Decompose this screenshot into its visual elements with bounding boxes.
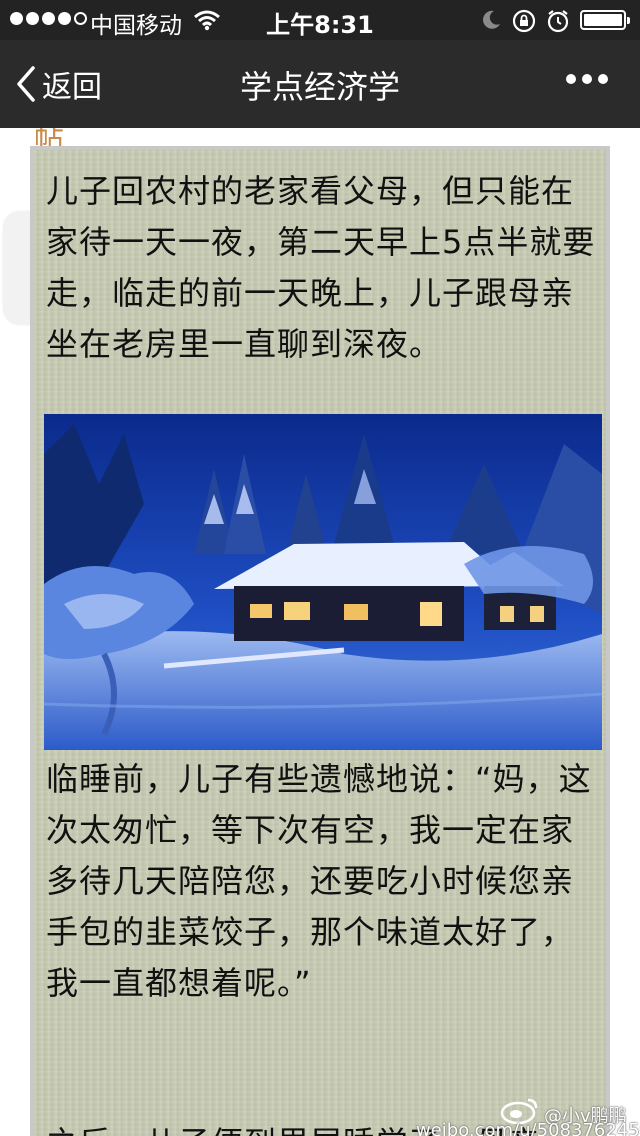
article-paragraph: 儿子回农村的老家看父母，但只能在家待一天一夜，第二天早上5点半就要走，临走的前一…	[46, 172, 596, 363]
status-time: 上午8:31	[266, 11, 374, 39]
rotation-lock-icon	[512, 9, 536, 33]
snowy-cabin-photo	[44, 414, 602, 750]
page-title: 学点经济学	[239, 68, 400, 106]
article-card: 儿子回农村的老家看父母，但只能在家待一天一夜，第二天早上5点半就要走，临走的前一…	[30, 146, 610, 1136]
moon-icon	[483, 10, 500, 29]
watermark-url: weibo.com/u/5083762459	[416, 1120, 640, 1136]
more-dots-icon[interactable]	[566, 74, 608, 84]
status-bar: 中国移动 上午8:31	[0, 0, 640, 40]
watermark: @小v鹏鹏 weibo.com/u/5083762459	[416, 1096, 640, 1136]
article-page[interactable]: 帖 儿子回农村的老家看父母，但只能在家待一天一夜，第二天早上5点半就要走，临走的…	[0, 128, 640, 1136]
alarm-icon	[547, 10, 569, 33]
navigation-bar: 返回 学点经济学	[0, 40, 640, 128]
battery-icon	[580, 10, 630, 30]
article-paragraph: 临睡前，儿子有些遗憾地说：“妈，这次太匆忙，等下次有空，我一定在家多待几天陪陪您…	[46, 760, 592, 1002]
